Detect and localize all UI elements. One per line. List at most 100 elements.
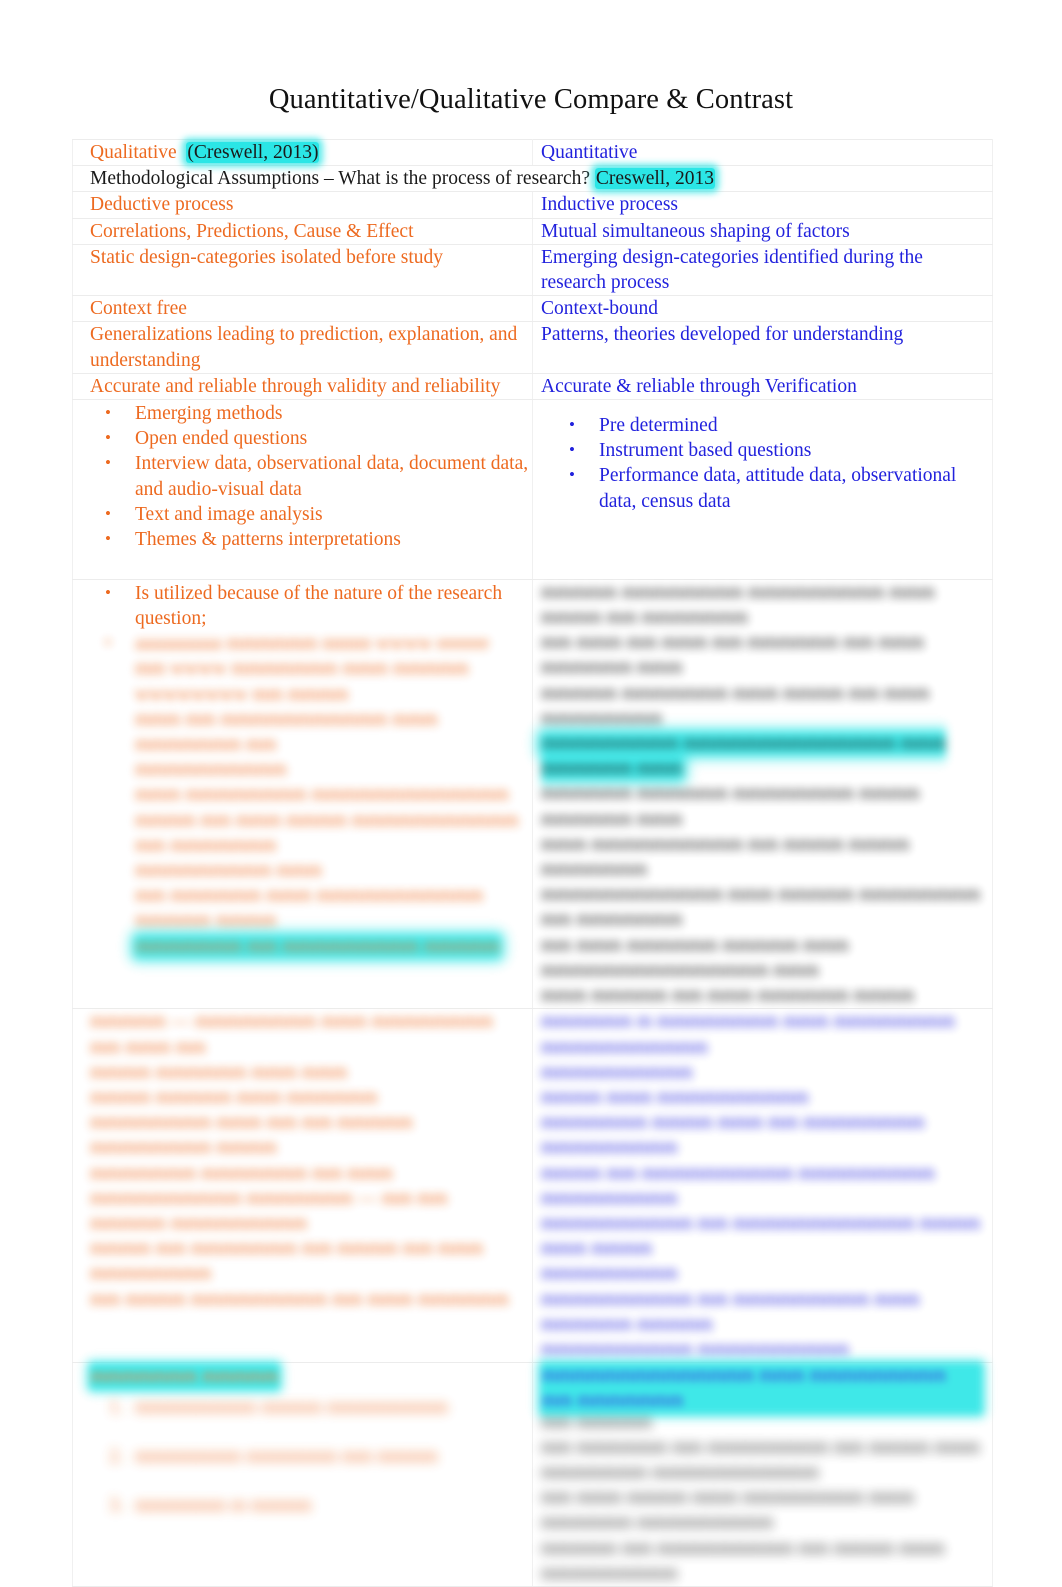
cell-qualitative-6: Accurate and reliable through validity a… bbox=[72, 372, 533, 401]
redacted-text: mmmmmmmmmmmm mmm mmmmm mmmmmmmm mm mmmmm… bbox=[541, 884, 981, 931]
redacted-text: mmmmmmmmmm mmmmmmm — mm mm mmmmm mmmmmmm… bbox=[90, 1187, 448, 1234]
quantitative-label: Quantitative bbox=[541, 142, 638, 163]
redacted-text: mmmm mm mmm mmmm mmmmmmmmmmm mm mmmmmmm bbox=[135, 809, 519, 856]
redacted-text: mmmmmmmmmm bbox=[541, 1061, 693, 1083]
redacted-text: mmmmmmmmm mmm bbox=[135, 860, 322, 882]
cell-qualitative-redacted-2: mmmmm — mmmmmmmm mmm mmmmmmmm mm mmm mm … bbox=[72, 1008, 533, 1364]
row-text-left: Context free bbox=[90, 298, 187, 320]
redacted-text: mmm mm mmmmmmmmmmm mmm mmmmmmm mm bbox=[135, 708, 438, 756]
quantitative-header-line: Quantitative bbox=[541, 140, 982, 165]
redacted-text: aaaaaaaaaa mmmmmm nnnnn wwww eeeeee bbox=[135, 633, 490, 655]
assumption-text: Methodological Assumptions – What is the… bbox=[90, 168, 591, 190]
page-title: Quantitative/Qualitative Compare & Contr… bbox=[268, 84, 794, 115]
redacted-text: mmmmmmmmmm mm mmmmmmmmmmmm mmmm mmm mmmm bbox=[541, 1212, 981, 1260]
redacted-text: mmmmmm m mmmmmmmm mmm mmmmmmmm mmmmmmmmm… bbox=[541, 1011, 955, 1058]
redacted-text: mmmm mmmmm mmm mmmmmm bbox=[90, 1086, 378, 1108]
qualitative-bullet-list: Emerging methods Open ended questions In… bbox=[73, 400, 532, 552]
compare-contrast-table: Qualitative (Creswell, 2013) Quantitativ… bbox=[72, 138, 993, 1587]
document-page: Quantitative/Qualitative Compare & Contr… bbox=[0, 0, 1062, 1587]
cell-qualitative-4: Context free bbox=[72, 295, 533, 323]
redacted-text: mmm mmmmmmmm mmmmmmmmmmmmm bbox=[135, 784, 509, 806]
table-row: Deductive process Inductive process bbox=[72, 191, 993, 219]
redacted-text: mm mmmmmm mm mmmmmmmm mm mmmm mmm bbox=[541, 1436, 980, 1458]
redacted-highlight: mmmmmmm mm mmmmmmmmm mmmmm bbox=[135, 935, 501, 957]
cell-qualitative-redacted-3: mmmmmmm mmmmm mmmmmmmm mmmm mmmmmmmm mmm… bbox=[72, 1362, 533, 1587]
row-text-left: Accurate and reliable through validity a… bbox=[90, 375, 501, 397]
redacted-text: mmm mmmmm mm mmm mmmmmm mmmm bbox=[541, 985, 915, 1007]
assumption-line: Methodological Assumptions – What is the… bbox=[90, 166, 984, 191]
redacted-highlight: mmmmmmmmmmmmmm mmm mmmmmmmmm mm mmmmmmm bbox=[541, 1363, 982, 1414]
row-text-left: Correlations, Predictions, Cause & Effec… bbox=[90, 220, 414, 242]
list-item-redacted: mmmmmm m mmmm bbox=[109, 1481, 312, 1530]
cell-quantitative-bullets: Pre determined Instrument based question… bbox=[532, 399, 993, 580]
cell-methodological-assumptions: Methodological Assumptions – What is the… bbox=[72, 165, 993, 193]
redacted-numbered-list-left: mmmmmmmm mmmm mmmmmmmm mmmmmmm mmmmmm mm… bbox=[73, 1383, 532, 1530]
redacted-block-left-2: mmmmm — mmmmmmmm mmm mmmmmmmm mm mmm mm … bbox=[90, 1009, 524, 1311]
redacted-text: mmmmmmm mmmmmmmmmmm bbox=[541, 1461, 819, 1483]
cell-quantitative-1: Inductive process bbox=[532, 191, 993, 219]
row-text-left: Deductive process bbox=[90, 194, 234, 216]
row-text-right: Emerging design-categories identified du… bbox=[541, 246, 923, 294]
qualitative-header-line: Qualitative (Creswell, 2013) bbox=[90, 140, 524, 165]
redacted-text: mm mmmmm bbox=[541, 1411, 653, 1433]
list-item: Pre determined bbox=[533, 412, 992, 438]
redacted-text: mmmmm — mmmmmmmm mmm mmmmmmmm mm mmm mm bbox=[90, 1011, 494, 1058]
list-item: Instrument based questions bbox=[533, 437, 992, 463]
table-row: Accurate and reliable through validity a… bbox=[72, 372, 993, 401]
cell-header-quantitative: Quantitative bbox=[532, 138, 993, 167]
redacted-text: mm mmmmmm mmm mmmmmmmmmmm mmmmm mmmm bbox=[135, 885, 484, 932]
qualitative-bullet-list-continued: Is utilized because of the nature of the… bbox=[73, 580, 532, 959]
table-row-headers: Qualitative (Creswell, 2013) Quantitativ… bbox=[72, 138, 993, 167]
row-text-left: Static design-categories isolated before… bbox=[90, 246, 444, 268]
list-item-redacted: mmmmmmmm mmmm mmmmmmmm bbox=[109, 1383, 449, 1432]
redacted-text: mmmmmmm mmmmmmm mm mmm bbox=[90, 1162, 393, 1184]
row-text-right: Patterns, theories developed for underst… bbox=[541, 324, 904, 346]
redacted-text: mmmm mm mmmmmmm mm mmmm mm mmm mmmmmmmm bbox=[90, 1238, 484, 1285]
redacted-text: mmmm mmm mmmmmmmmmm bbox=[541, 1086, 809, 1108]
redacted-text: mm mmmm mmmmmmmmm mm mmm mmmmmm bbox=[90, 1288, 509, 1310]
table-row-redacted-2: mmmmm — mmmmmmmm mmm mmmmmmmm mm mmm mm … bbox=[72, 1008, 993, 1364]
redacted-text: mmmmm mmmmmmm mmm mmmm mm mmm mmmmmmmm bbox=[541, 682, 930, 729]
cell-quantitative-6: Accurate & reliable through Verification bbox=[532, 372, 993, 401]
cell-header-qualitative: Qualitative (Creswell, 2013) bbox=[72, 138, 533, 167]
table-row: Correlations, Predictions, Cause & Effec… bbox=[72, 217, 993, 245]
list-item: Interview data, observational data, docu… bbox=[73, 450, 532, 501]
redacted-text: mm mmm mmmm mmm mmmmmmmm mmm bbox=[541, 1487, 915, 1509]
redacted-highlight: mmmmmmmmm mmmmmmmmmmmmmm mmm mmmmmm mmm bbox=[541, 733, 947, 780]
list-item: Text and image analysis bbox=[73, 501, 532, 527]
cell-quantitative-5: Patterns, theories developed for underst… bbox=[532, 321, 993, 374]
table-row-redacted-3: mmmmmmm mmmmm mmmmmmmm mmmm mmmmmmmm mmm… bbox=[72, 1362, 993, 1587]
redacted-text: mm wwww mmmmmmm mmm mmmmm wwwwwwww mm mm… bbox=[135, 658, 469, 705]
list-item: Themes & patterns interpretations bbox=[73, 526, 532, 552]
cell-quantitative-2: Mutual simultaneous shaping of factors bbox=[532, 217, 993, 245]
table-row: Static design-categories isolated before… bbox=[72, 243, 993, 297]
list-item: Emerging methods bbox=[73, 400, 532, 426]
redacted-text: mmmm mmmmmm mmm mmm bbox=[90, 1061, 348, 1083]
cell-quantitative-redacted-3: mmmmmmmmmmmmmm mmm mmmmmmmmm mm mmmmmmm … bbox=[532, 1362, 993, 1587]
table-row: Context free Context-bound bbox=[72, 295, 993, 323]
redacted-text: mmmmmmmmmm mmmmmmmmmm bbox=[541, 1338, 850, 1360]
redacted-text: mm mmm mm mmm mm mmmmmm mm mmm mmmmmm mm… bbox=[541, 632, 924, 679]
redacted-text: mmm mmmmmmmmmm mm mmmm mmmm mmmmmmm bbox=[541, 833, 910, 881]
cell-qualitative-redacted-1: Is utilized because of the nature of the… bbox=[72, 578, 533, 1010]
table-row-assumption: Methodological Assumptions – What is the… bbox=[72, 165, 993, 193]
cell-qualitative-3: Static design-categories isolated before… bbox=[72, 243, 533, 297]
redacted-text: mmmmm mmmmmmmm mmmmmmmmm mmm mmmm mm mmm… bbox=[541, 581, 935, 629]
qualitative-label: Qualitative bbox=[90, 142, 177, 163]
list-item-redacted: aaaaaaaaaa mmmmmm nnnnn wwww eeeeee mm w… bbox=[73, 630, 532, 959]
cell-quantitative-redacted-1: mmmmm mmmmmmmm mmmmmmmmm mmm mmmm mm mmm… bbox=[532, 578, 993, 1010]
redacted-text: mmmmmm mmmmmm mmmmmmmm mmmm mmmmmm mmm bbox=[541, 783, 920, 830]
redacted-text: mmmmmm mmmmmmmmm bbox=[541, 1512, 774, 1534]
redacted-text: mm mmm mmmmmm mmmmm mmm mmmmmmmmmmmmmmm … bbox=[541, 934, 849, 981]
redacted-text: mmmmmmmmm bbox=[541, 1263, 678, 1285]
table-row-bullets: Emerging methods Open ended questions In… bbox=[72, 399, 993, 580]
list-item: Performance data, attitude data, observa… bbox=[533, 462, 992, 513]
row-text-right: Inductive process bbox=[541, 194, 678, 216]
redacted-text: mmmmmmmm mmm mm mm mmmmm mmmmmmmm mmmm bbox=[90, 1112, 413, 1159]
assumption-citation: Creswell, 2013 bbox=[594, 168, 715, 190]
quantitative-bullet-list: Pre determined Instrument based question… bbox=[533, 412, 992, 514]
redacted-text: mmmm mm mmmmmmmmmm mmmmmmmmm mmmmmmmmm bbox=[541, 1162, 935, 1209]
row-text-right: Context-bound bbox=[541, 298, 658, 320]
row-text-right: Mutual simultaneous shaping of factors bbox=[541, 220, 850, 242]
redacted-text: mmmmmmmmmm mm mmmmmmmmm mmm mmmmmm mmmmm bbox=[541, 1288, 920, 1335]
